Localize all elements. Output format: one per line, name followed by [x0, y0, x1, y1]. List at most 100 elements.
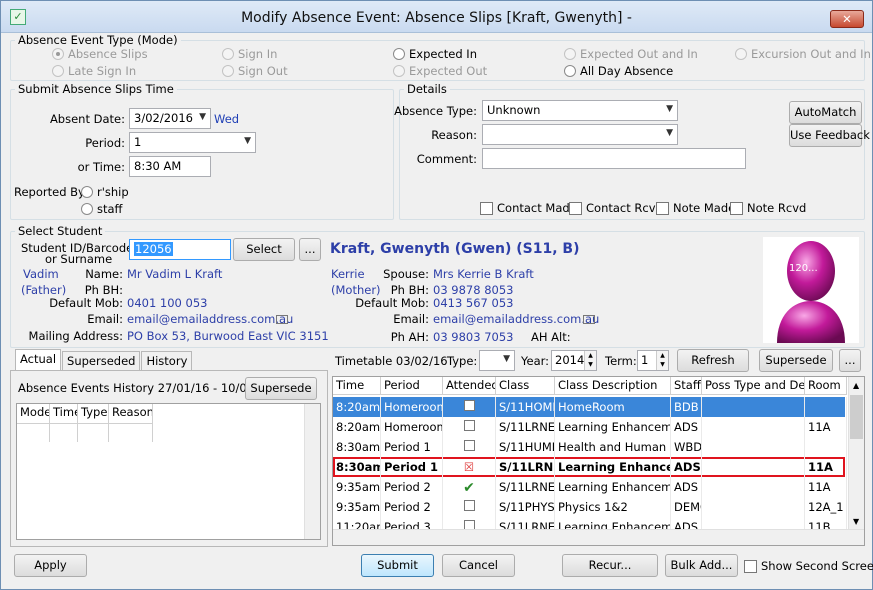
contact-made-checkbox[interactable]: Contact Made	[480, 201, 577, 215]
mode-excursion[interactable]: Excursion Out and In	[735, 47, 871, 61]
timetable-vscroll[interactable]: ▲ ▼	[848, 377, 864, 530]
automatch-button[interactable]: AutoMatch	[789, 101, 862, 124]
history-col-reason[interactable]: Reason	[109, 404, 153, 424]
history-vscroll[interactable]	[304, 404, 320, 539]
attended-checkbox[interactable]	[463, 400, 475, 411]
tt-cell-poss	[702, 437, 805, 457]
spouse-phbh: 03 9878 8053	[433, 283, 514, 297]
bulk-add-button[interactable]: Bulk Add...	[665, 554, 738, 577]
history-supersede-button[interactable]: Supersede	[245, 377, 317, 400]
spinner-arrows-icon[interactable]: ▲ ▼	[656, 351, 668, 370]
tt-cell-desc: Learning Enhancement	[555, 457, 671, 477]
show-second-screen-checkbox[interactable]: Show Second Screen	[744, 559, 873, 573]
timetable-row[interactable]: 8:30amPeriod 1 ☒ S/11LRNEBLearning Enhance…	[333, 457, 847, 477]
history-grid[interactable]: Mode Time Type Reason	[16, 403, 321, 540]
tt-cell-staff: WBD	[671, 437, 702, 457]
spinner-arrows-icon[interactable]: ▲ ▼	[584, 351, 596, 370]
modify-absence-window: ✓ Modify Absence Event: Absence Slips [K…	[0, 0, 873, 590]
history-col-time[interactable]: Time	[50, 404, 78, 424]
timetable-hscroll[interactable]	[333, 529, 864, 545]
period-select[interactable]: 1 ▼	[129, 132, 256, 153]
term-spinner[interactable]: 1 ▲ ▼	[637, 350, 669, 371]
attended-check-icon[interactable]: ✔	[463, 480, 475, 496]
tt-cell-period: Homeroom	[381, 397, 443, 417]
close-button[interactable]: ✕	[830, 10, 864, 28]
type-select[interactable]: ▼	[479, 350, 515, 371]
mode-all-day-absence[interactable]: All Day Absence	[564, 64, 673, 78]
history-grid-line	[49, 424, 50, 442]
spouse-phbh-label: Ph BH:	[390, 283, 429, 297]
tt-col-class[interactable]: Class	[496, 377, 555, 395]
reported-by-relationship[interactable]: r'ship	[81, 185, 129, 199]
student-more-button[interactable]: ...	[299, 238, 321, 261]
father-email-icon[interactable]	[268, 312, 288, 326]
apply-button[interactable]: Apply	[14, 554, 87, 577]
mode-absence-slips[interactable]: Absence Slips	[52, 47, 148, 61]
attended-checkbox[interactable]	[463, 440, 475, 451]
spouse-email-icon[interactable]	[575, 312, 595, 326]
mode-sign-in[interactable]: Sign In	[222, 47, 277, 61]
scroll-down-icon[interactable]: ▼	[853, 517, 859, 526]
comment-input[interactable]	[482, 148, 746, 169]
timetable-more-button[interactable]: ...	[839, 349, 861, 372]
use-feedback-button[interactable]: Use Feedback	[789, 124, 870, 147]
tt-cell-staff: ADS	[671, 457, 702, 477]
timetable-row[interactable]: 9:35amPeriod 2 ✔ S/11LRNEBLearning Enhance…	[333, 477, 847, 497]
absence-type-select[interactable]: Unknown ▼	[482, 100, 678, 121]
cancel-button[interactable]: Cancel	[442, 554, 515, 577]
tab-superseded[interactable]: Superseded	[62, 351, 141, 371]
timetable-grid[interactable]: Time Period Attended Class Class Descrip…	[332, 376, 865, 546]
tt-col-desc[interactable]: Class Description	[555, 377, 671, 395]
mode-late-sign-in[interactable]: Late Sign In	[52, 64, 136, 78]
tt-col-period[interactable]: Period	[381, 377, 443, 395]
absent-cross-icon[interactable]: ☒	[464, 460, 474, 474]
timetable-row[interactable]: 8:30amPeriod 1 S/11HUMD1Health and Human …	[333, 437, 847, 457]
tt-cell-time: 8:30am	[333, 437, 381, 457]
note-rcvd-checkbox[interactable]: Note Rcvd	[730, 201, 806, 215]
tt-col-poss[interactable]: Poss Type and Desc	[702, 377, 805, 395]
attended-checkbox[interactable]	[463, 420, 475, 431]
radio-dot	[735, 48, 747, 60]
mode-expected-out-and-in[interactable]: Expected Out and In	[564, 47, 698, 61]
radio-dot	[222, 65, 234, 77]
chevron-down-icon: ▼	[503, 354, 510, 364]
attended-checkbox[interactable]	[463, 500, 475, 511]
timetable-row[interactable]: 9:35amPeriod 2 S/11PHYS1Physics 1&2DEMO 12…	[333, 497, 847, 517]
scroll-thumb[interactable]	[850, 395, 863, 439]
tab-history[interactable]: History	[141, 351, 193, 371]
father-mob-label: Default Mob:	[49, 296, 123, 310]
radio-dot	[393, 65, 405, 77]
tt-cell-desc: Physics 1&2	[555, 497, 671, 517]
phah-value: 03 9803 7053	[433, 330, 514, 344]
timetable-row[interactable]: 8:20amHomeroom S/11LRNEBLearning Enhancem…	[333, 417, 847, 437]
attended-cell: ☒	[443, 457, 496, 477]
contact-rcvd-checkbox[interactable]: Contact Rcvd	[569, 201, 663, 215]
mode-expected-out[interactable]: Expected Out	[393, 64, 487, 78]
timetable-supersede-button[interactable]: Supersede	[759, 349, 833, 372]
father-mobile: 0401 100 053	[127, 296, 208, 310]
mode-sign-out[interactable]: Sign Out	[222, 64, 288, 78]
history-col-type[interactable]: Type	[78, 404, 109, 424]
tt-col-staff[interactable]: Staff	[671, 377, 702, 395]
tab-actual[interactable]: Actual	[15, 349, 62, 371]
year-spinner[interactable]: 2014 ▲ ▼	[551, 350, 597, 371]
mode-expected-in[interactable]: Expected In	[393, 47, 477, 61]
note-made-checkbox[interactable]: Note Made	[656, 201, 735, 215]
time-input[interactable]: 8:30 AM	[129, 156, 211, 177]
reported-by-staff[interactable]: staff	[81, 202, 122, 216]
absent-date-picker[interactable]: 3/02/2016 ▼	[129, 108, 211, 129]
tt-col-time[interactable]: Time	[333, 377, 381, 395]
select-student-button[interactable]: Select	[233, 238, 295, 261]
reason-select[interactable]: ▼	[482, 124, 678, 145]
timetable-row[interactable]: 8:20am Homeroom S/11HOMB HomeRoom BDB	[333, 397, 847, 417]
tt-cell-time: 8:30am	[333, 457, 381, 477]
refresh-button[interactable]: Refresh	[677, 349, 749, 372]
spouse-label: Spouse:	[383, 267, 429, 281]
history-col-mode[interactable]: Mode	[17, 404, 50, 424]
tt-col-attended[interactable]: Attended	[443, 377, 496, 395]
student-id-input[interactable]: 12056	[129, 239, 231, 260]
submit-button[interactable]: Submit	[361, 554, 434, 577]
tt-col-room[interactable]: Room	[805, 377, 847, 395]
scroll-up-icon[interactable]: ▲	[853, 381, 859, 390]
recur-button[interactable]: Recur...	[562, 554, 658, 577]
